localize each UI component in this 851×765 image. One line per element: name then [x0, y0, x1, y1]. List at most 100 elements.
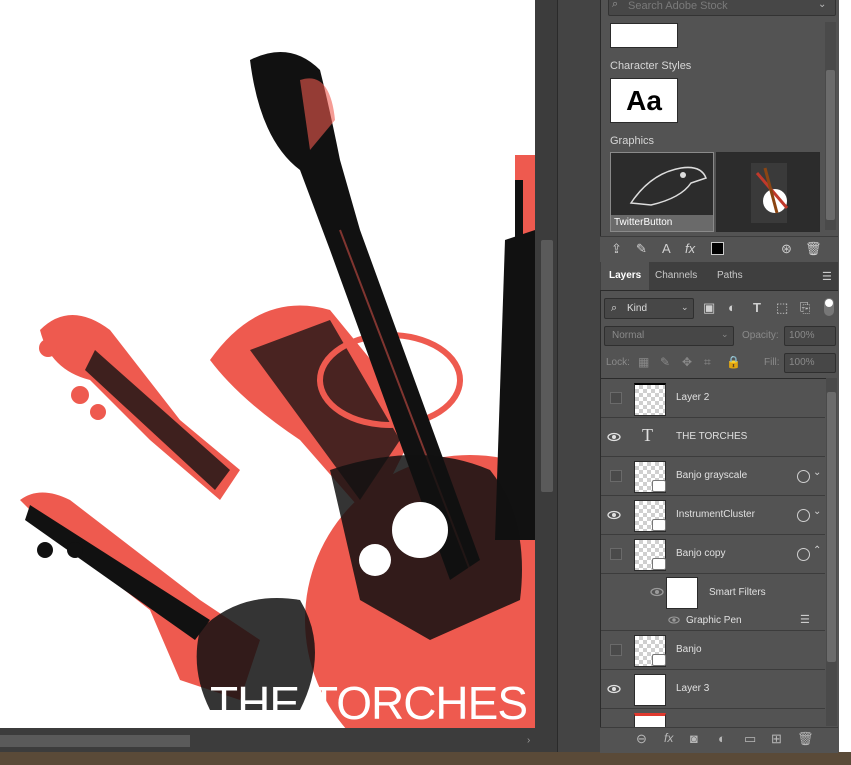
- character-style-sample[interactable]: Aa: [610, 78, 678, 123]
- linked-smart-object-badge-icon: [652, 519, 666, 531]
- smart-filter-indicator-icon[interactable]: [797, 548, 810, 561]
- panel-dock-gutter: [557, 0, 601, 752]
- creative-cloud-icon[interactable]: ⊛: [781, 241, 792, 257]
- smart-filter-indicator-icon[interactable]: [797, 509, 810, 522]
- opacity-field[interactable]: 100%: [784, 326, 836, 346]
- search-icon: ⌕: [612, 0, 619, 10]
- new-layer-icon[interactable]: ⊞: [771, 731, 782, 747]
- smart-filters-label: Smart Filters: [709, 587, 766, 598]
- bird-graphic-icon: [629, 166, 707, 206]
- eye-icon[interactable]: [607, 508, 621, 522]
- smart-filter-indicator-icon[interactable]: [797, 470, 810, 483]
- scroll-right-arrow-icon[interactable]: ›: [527, 735, 530, 746]
- layer-thumbnail: [634, 383, 666, 416]
- link-layers-icon[interactable]: ⊖: [636, 731, 647, 747]
- eye-icon[interactable]: [650, 585, 664, 599]
- layer-name: Layer 3: [676, 683, 710, 694]
- color-swatch-white[interactable]: [610, 23, 678, 48]
- chevron-down-icon: ⌄: [681, 302, 689, 312]
- filter-smart-object-icon[interactable]: ⎘: [800, 300, 810, 316]
- document-canvas[interactable]: THE TORCHES: [0, 0, 535, 728]
- add-character-style-icon[interactable]: A: [662, 241, 671, 256]
- taskbar-strip: [0, 752, 851, 765]
- visibility-toggle-off[interactable]: [610, 392, 622, 404]
- layer-row-banjo[interactable]: Banjo: [601, 631, 825, 670]
- eye-icon[interactable]: [607, 430, 621, 444]
- tab-paths[interactable]: Paths: [709, 262, 751, 290]
- upload-icon[interactable]: ⇪: [611, 241, 622, 257]
- stock-search-placeholder: Search Adobe Stock: [628, 0, 728, 12]
- graphic-twitter-button-thumb[interactable]: TwitterButton: [610, 152, 714, 232]
- smart-object-badge-icon: [652, 654, 666, 666]
- lock-all-icon[interactable]: 🔒: [726, 355, 741, 369]
- lock-position-icon[interactable]: ✥: [682, 355, 692, 369]
- eye-icon[interactable]: [607, 682, 621, 696]
- library-trash-icon[interactable]: 🗑: [805, 241, 822, 257]
- visibility-toggle-off[interactable]: [610, 470, 622, 482]
- lock-transparency-icon[interactable]: ▦: [638, 355, 649, 369]
- filter-pixel-icon[interactable]: ▣: [703, 300, 715, 316]
- layer-row-banjo-grayscale[interactable]: Banjo grayscale ⌄: [601, 457, 825, 496]
- layer-name: Banjo grayscale: [676, 470, 748, 481]
- smart-filter-mask-thumbnail[interactable]: [666, 577, 698, 609]
- layers-scroll-thumb[interactable]: [827, 392, 836, 662]
- tab-channels[interactable]: Channels: [647, 262, 705, 290]
- filter-adjustment-icon[interactable]: ◐: [728, 300, 736, 315]
- tab-layers[interactable]: Layers: [601, 262, 650, 290]
- canvas-vertical-scroll-thumb[interactable]: [541, 240, 553, 492]
- layer-row-layer-2[interactable]: Layer 2: [601, 379, 825, 418]
- fill-value: 100%: [789, 357, 815, 368]
- filter-type-icon[interactable]: T: [753, 300, 761, 315]
- layer-row-partial[interactable]: [601, 709, 825, 727]
- canvas-horizontal-scroll-thumb[interactable]: [0, 735, 190, 747]
- new-group-icon[interactable]: ▭: [744, 731, 756, 747]
- add-layer-style-icon[interactable]: fx: [685, 241, 695, 256]
- filter-blending-options-icon[interactable]: ☰: [800, 613, 810, 626]
- lock-label: Lock:: [606, 357, 630, 368]
- blend-mode-value: Normal: [612, 330, 645, 341]
- lock-image-icon[interactable]: ✎: [660, 355, 670, 369]
- layer-name: THE TORCHES: [676, 431, 748, 442]
- fill-field[interactable]: 100%: [784, 353, 836, 373]
- chevron-down-icon[interactable]: ⌄: [813, 467, 821, 478]
- search-dropdown-chevron-icon[interactable]: ⌄: [818, 0, 826, 10]
- layer-row-the-torches[interactable]: T THE TORCHES: [601, 418, 825, 457]
- filter-kind-label: Kind: [627, 303, 648, 314]
- add-layer-style-icon[interactable]: fx: [664, 731, 673, 745]
- smart-object-badge-icon: [652, 480, 666, 492]
- layer-thumbnail: [634, 674, 666, 706]
- filter-shape-icon[interactable]: ⬚: [776, 300, 788, 316]
- blend-mode-dropdown[interactable]: Normal ⌄: [604, 326, 734, 346]
- visibility-toggle-off[interactable]: [610, 548, 622, 560]
- visibility-toggle-off[interactable]: [610, 644, 622, 656]
- artwork: [20, 52, 535, 728]
- fill-label: Fill:: [764, 357, 780, 368]
- chevron-up-icon[interactable]: ⌃: [813, 545, 821, 556]
- add-mask-icon[interactable]: ◙: [690, 731, 698, 746]
- filter-search-icon: ⌕: [611, 302, 618, 314]
- new-adjustment-layer-icon[interactable]: ◐: [718, 731, 726, 746]
- chevron-down-icon: ⌄: [721, 329, 729, 339]
- instrument-graphic-icon: [751, 163, 789, 223]
- background-window-edge: [838, 0, 851, 752]
- layer-thumbnail: [634, 713, 666, 727]
- filter-kind-dropdown[interactable]: ⌕ Kind ⌄: [604, 298, 694, 319]
- layer-row-layer-3[interactable]: Layer 3: [601, 670, 825, 709]
- graphic-instrument-thumb[interactable]: [716, 152, 820, 232]
- add-element-icon[interactable]: ✎: [636, 241, 647, 257]
- layer-row-instrument-cluster[interactable]: InstrumentCluster ⌄: [601, 496, 825, 535]
- chevron-down-icon[interactable]: ⌄: [813, 506, 821, 517]
- smart-object-badge-icon: [652, 558, 666, 570]
- graphic-pen-filter-label[interactable]: Graphic Pen: [686, 615, 742, 626]
- lock-artboard-icon[interactable]: ⌗: [704, 355, 711, 370]
- graphics-heading: Graphics: [610, 135, 655, 147]
- add-fill-color-icon[interactable]: [711, 242, 724, 255]
- delete-layer-icon[interactable]: 🗑: [797, 731, 814, 747]
- eye-icon[interactable]: [668, 614, 680, 626]
- filter-toggle[interactable]: [824, 298, 834, 316]
- layer-row-banjo-copy[interactable]: Banjo copy ⌃: [601, 535, 825, 574]
- panel-menu-icon[interactable]: ☰: [822, 270, 832, 283]
- library-scroll-thumb[interactable]: [826, 70, 835, 220]
- graphic-label-twitter-button: TwitterButton: [611, 215, 713, 231]
- text-layer-icon: T: [642, 425, 653, 445]
